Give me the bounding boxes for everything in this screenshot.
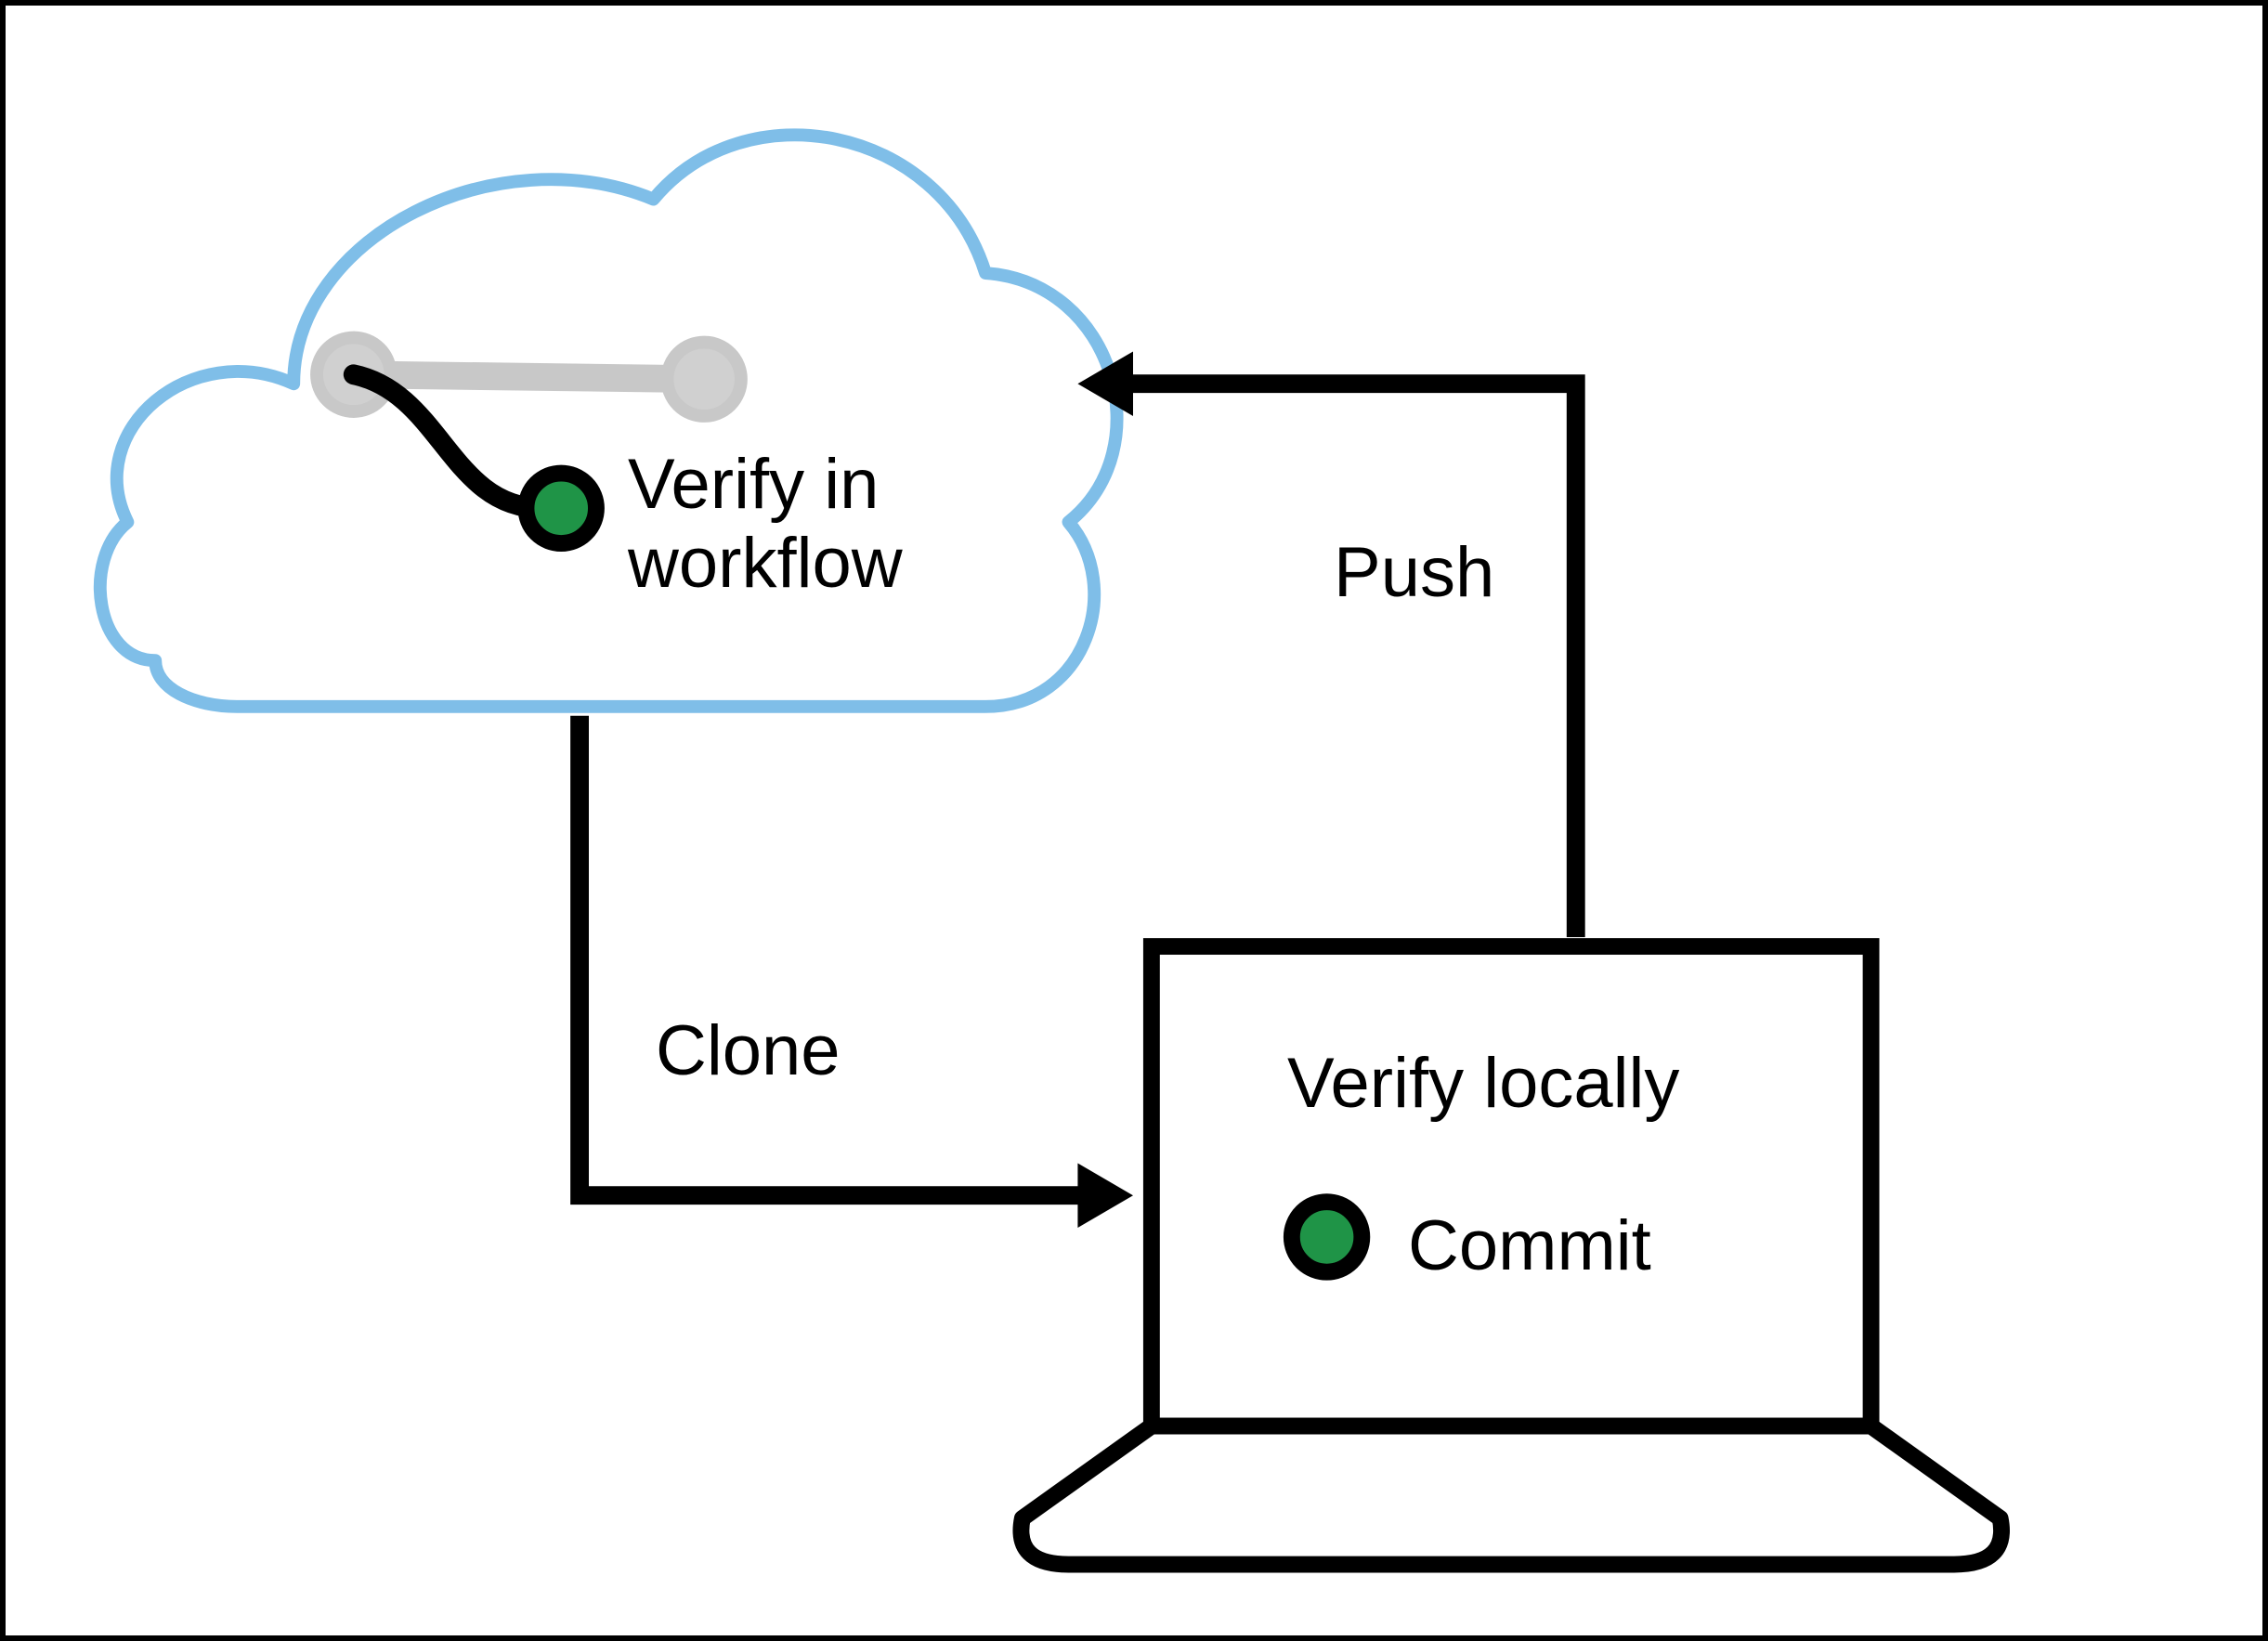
cloud-icon — [100, 135, 1117, 707]
push-arrow-icon — [1077, 351, 1575, 928]
push-label: Push — [1334, 530, 1494, 615]
cloud-label-line1: Verify in — [628, 442, 879, 527]
diagram-canvas: Verify in workflow Clone Push Verify loc… — [0, 0, 2268, 1641]
commit-dot-icon — [1292, 1202, 1362, 1271]
cloud-label-line2: workflow — [628, 521, 903, 606]
clone-arrow-icon — [580, 725, 1133, 1228]
diagram-svg — [6, 6, 2262, 1635]
laptop-label-verify: Verify locally — [1287, 1041, 1679, 1126]
laptop-label-commit: Commit — [1408, 1204, 1651, 1288]
clone-label: Clone — [656, 1009, 841, 1093]
